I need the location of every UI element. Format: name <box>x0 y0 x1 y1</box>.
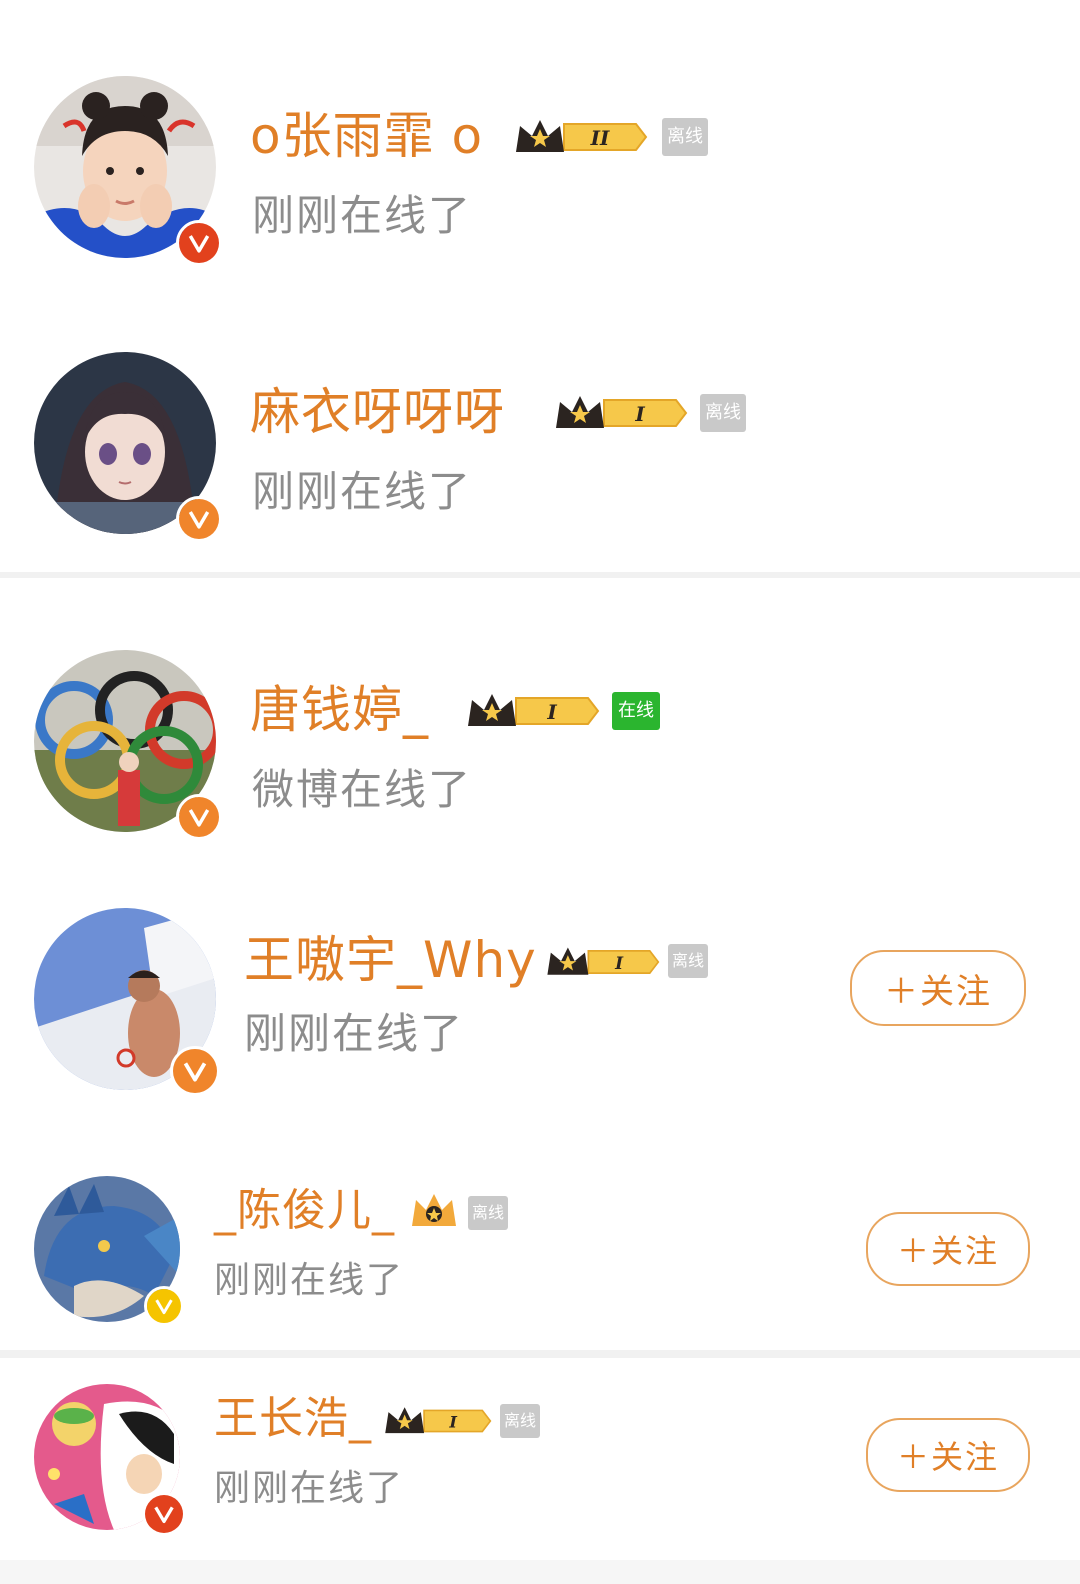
user-name[interactable]: o张雨霏 o <box>250 106 483 166</box>
user-row[interactable]: _陈俊儿_ 离线 刚刚在线了 ＋关注 <box>0 1118 1080 1350</box>
follow-button[interactable]: ＋关注 <box>866 1418 1030 1492</box>
crown-level-text: I <box>634 402 645 426</box>
user-name[interactable]: 唐钱婷_ <box>250 680 429 740</box>
user-row[interactable]: 王嗷宇_Why I 离线 刚刚在线了 ＋关注 <box>0 868 1080 1118</box>
user-name[interactable]: 王嗷宇_Why <box>244 930 537 990</box>
user-row[interactable]: o张雨霏 o II 离线 刚刚在线了 <box>0 0 1080 300</box>
user-name[interactable]: 王长浩_ <box>214 1392 372 1446</box>
crown-level-icon: I <box>544 942 660 982</box>
verified-badge-bg <box>145 1495 183 1533</box>
last-seen-text: 刚刚在线了 <box>214 1468 405 1509</box>
follow-button[interactable]: ＋关注 <box>866 1212 1030 1286</box>
verified-v-icon <box>176 220 222 266</box>
online-status-tag: 在线 <box>612 692 660 730</box>
user-row[interactable]: 麻衣呀呀呀 I 离线 刚刚在线了 <box>0 300 1080 572</box>
verified-v-icon <box>170 1046 220 1096</box>
last-seen-text: 刚刚在线了 <box>252 467 473 516</box>
user-row[interactable]: 唐钱婷_ I 在线 微博在线了 <box>0 578 1080 868</box>
verified-badge-bg <box>179 797 219 837</box>
online-status-tag: 离线 <box>668 944 708 978</box>
verified-v-icon <box>142 1492 186 1536</box>
crown-level-icon: I <box>464 688 600 734</box>
last-seen-text: 刚刚在线了 <box>244 1009 465 1058</box>
crown-level-text: I <box>448 1412 457 1431</box>
online-status-tag: 离线 <box>468 1196 508 1230</box>
online-users-list: o张雨霏 o II 离线 刚刚在线了 麻衣呀呀呀 I 离线 刚刚在线了 唐钱婷_… <box>0 0 1080 1584</box>
verified-v-icon <box>176 794 222 840</box>
user-row[interactable]: 王长浩_ I 离线 刚刚在线了 ＋关注 <box>0 1358 1080 1560</box>
crown-level-icon: II <box>512 114 648 160</box>
last-seen-text: 刚刚在线了 <box>214 1260 405 1301</box>
verified-badge-bg <box>147 1289 181 1323</box>
online-status-tag: 离线 <box>662 118 708 156</box>
crown-level-text: I <box>546 700 557 724</box>
crown-level-text: II <box>590 126 610 150</box>
bottom-divider <box>0 1560 1080 1584</box>
verified-badge-bg <box>173 1049 217 1093</box>
verified-v-icon <box>144 1286 184 1326</box>
online-status-tag: 离线 <box>500 1404 540 1438</box>
small-crown-icon <box>408 1192 460 1232</box>
follow-button[interactable]: ＋关注 <box>850 950 1026 1026</box>
last-seen-text: 刚刚在线了 <box>252 191 473 240</box>
user-name[interactable]: _陈俊儿_ <box>214 1184 395 1238</box>
crown-level-text: I <box>614 954 624 974</box>
verified-v-icon <box>176 496 222 542</box>
section-divider <box>0 1350 1080 1358</box>
crown-level-icon: I <box>382 1402 492 1440</box>
online-status-tag: 离线 <box>700 394 746 432</box>
crown-level-icon: I <box>552 390 688 436</box>
user-name[interactable]: 麻衣呀呀呀 <box>250 382 505 442</box>
last-seen-text: 微博在线了 <box>252 765 473 814</box>
verified-badge-bg <box>179 499 219 539</box>
verified-badge-bg <box>179 223 219 263</box>
